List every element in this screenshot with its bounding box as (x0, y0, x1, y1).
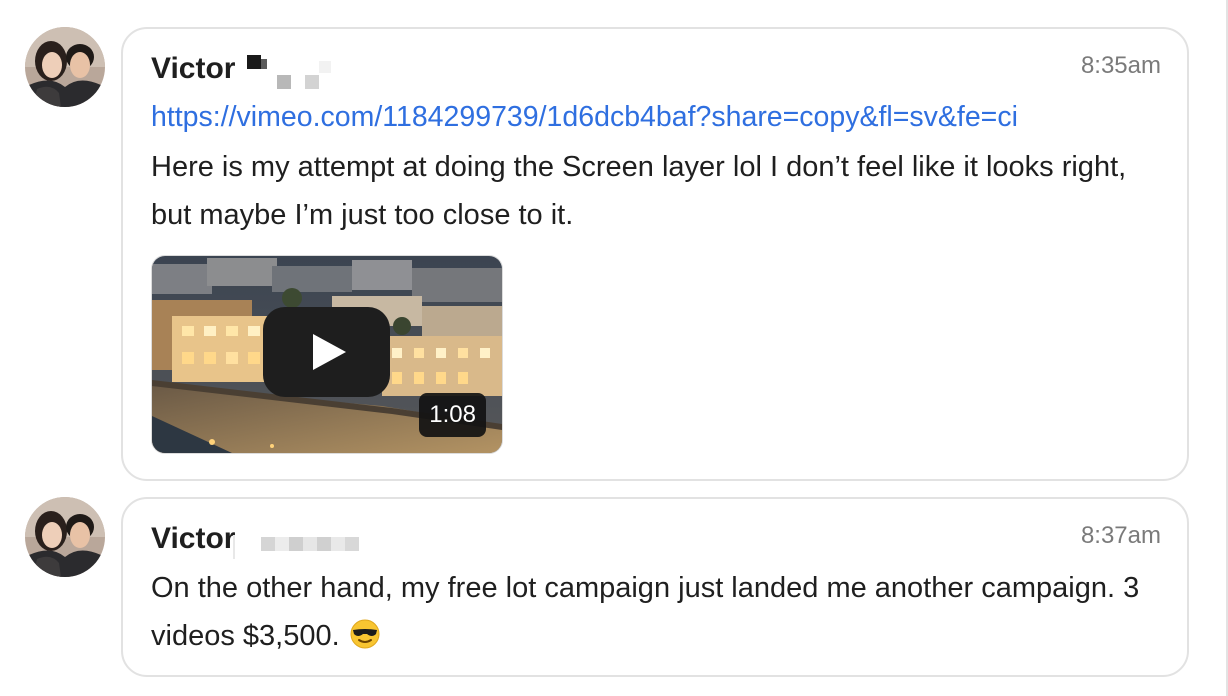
author-name[interactable]: Victor (151, 51, 235, 87)
chat-thread: Victor 8:35am https://vimeo.com/11842997… (0, 0, 1228, 696)
message-text-content: On the other hand, my free lot campaign … (151, 572, 1140, 652)
sunglasses-emoji-icon (350, 616, 380, 664)
video-thumbnail[interactable]: 1:08 (151, 255, 503, 454)
author-avatar[interactable] (25, 497, 105, 577)
author-avatar[interactable] (25, 27, 105, 107)
redacted-surname (247, 55, 343, 100)
message-text: Here is my attempt at doing the Screen l… (151, 151, 1127, 231)
video-duration: 1:08 (419, 393, 486, 437)
author-name[interactable]: Victor (151, 521, 235, 557)
message-timestamp: 8:35am (1080, 52, 1161, 79)
play-button[interactable] (263, 307, 390, 397)
vimeo-link[interactable]: https://vimeo.com/1184299739/1d6dcb4baf?… (151, 99, 1018, 135)
message-bubble: Victor 8:37am On the other hand, my free… (121, 497, 1189, 677)
message-text: On the other hand, my free lot campaign … (151, 564, 1161, 664)
message-bubble: Victor 8:35am https://vimeo.com/11842997… (121, 27, 1189, 481)
play-icon (313, 334, 346, 370)
message-timestamp: 8:37am (1080, 522, 1161, 549)
